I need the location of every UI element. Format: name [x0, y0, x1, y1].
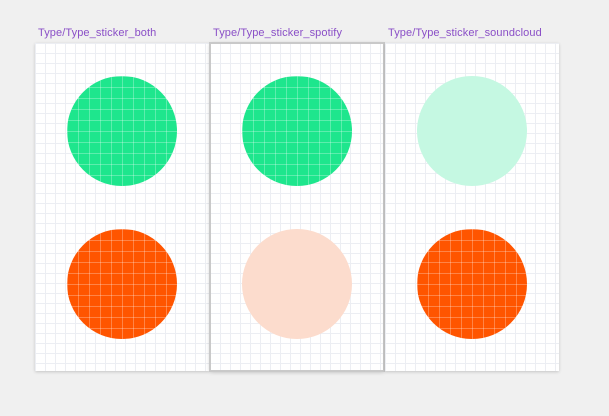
soundcloud-sticker-circle[interactable]: [242, 229, 352, 339]
frame-label-spotify[interactable]: Type/Type_sticker_spotify: [213, 27, 342, 39]
frame-label-both[interactable]: Type/Type_sticker_both: [38, 27, 156, 39]
frame-type-sticker-spotify[interactable]: [209, 42, 385, 372]
spotify-sticker-circle[interactable]: [67, 76, 177, 186]
frame-label-soundcloud[interactable]: Type/Type_sticker_soundcloud: [388, 27, 542, 39]
soundcloud-sticker-circle[interactable]: [67, 229, 177, 339]
spotify-sticker-circle[interactable]: [417, 76, 527, 186]
frame-type-sticker-soundcloud[interactable]: [385, 43, 559, 371]
frame-type-sticker-both[interactable]: [35, 43, 209, 371]
spotify-sticker-circle[interactable]: [242, 76, 352, 186]
soundcloud-sticker-circle[interactable]: [417, 229, 527, 339]
